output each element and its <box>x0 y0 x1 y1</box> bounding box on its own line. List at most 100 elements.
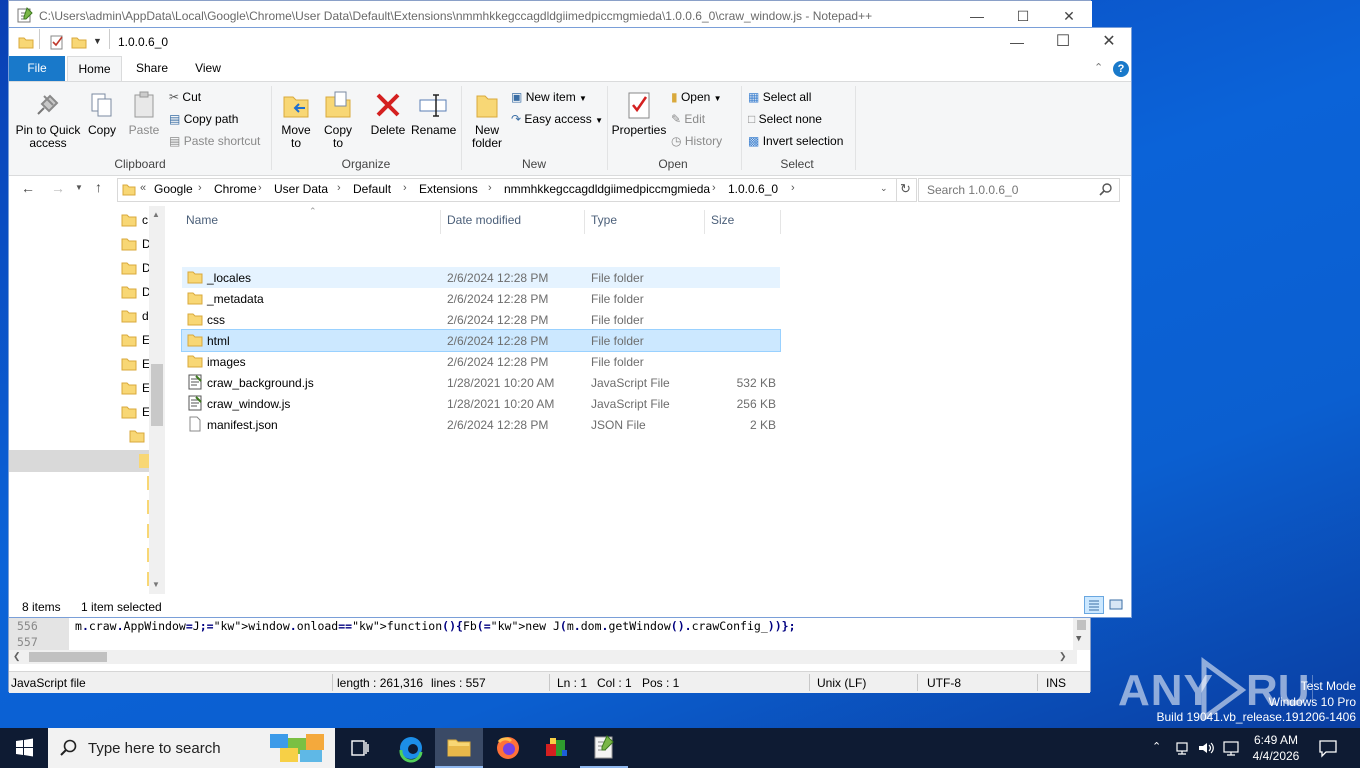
large-icons-view-button[interactable] <box>1108 597 1124 613</box>
properties-quick-icon[interactable] <box>49 34 65 50</box>
select-all-button[interactable]: ▦ Select all <box>748 88 811 106</box>
nav-item-selected[interactable] <box>9 450 149 472</box>
breadcrumb-item[interactable]: 1.0.0.6_0 <box>728 182 778 196</box>
file-row[interactable]: craw_window.js 1/28/2021 10:20 AM JavaScri… <box>182 393 780 414</box>
file-row[interactable]: images 2/6/2024 12:28 PM File folder <box>182 351 780 372</box>
delete-button[interactable]: Delete <box>367 90 409 137</box>
navigation-pane[interactable]: cDDDdEEEE ▲ ▼ <box>9 206 165 610</box>
code-editor[interactable]: 556 557 m.craw.AppWindow=J;="kw">window.… <box>9 618 1090 650</box>
column-header-name[interactable]: Name <box>186 213 218 227</box>
file-row[interactable]: _locales 2/6/2024 12:28 PM File folder <box>182 267 780 288</box>
file-list[interactable]: ⌃ Name Date modified Type Size _locales 2… <box>179 206 1129 594</box>
breadcrumb-item[interactable]: Default <box>353 182 391 196</box>
scroll-thumb[interactable] <box>29 652 107 662</box>
details-view-button[interactable] <box>1084 596 1104 614</box>
paste-button[interactable]: Paste <box>127 90 161 137</box>
taskbar-search[interactable]: Type here to search <box>48 728 335 768</box>
firefox-button[interactable] <box>484 728 532 768</box>
tab-home[interactable]: Home <box>67 56 122 82</box>
display-icon[interactable] <box>1222 739 1240 757</box>
scroll-thumb[interactable] <box>151 364 163 426</box>
ribbon-collapse-icon[interactable]: ⌃ <box>1094 61 1103 74</box>
refresh-icon[interactable]: ↻ <box>900 181 911 197</box>
tab-share[interactable]: Share <box>127 56 177 81</box>
column-header-size[interactable]: Size <box>711 213 734 227</box>
properties-button[interactable]: Properties <box>611 90 667 137</box>
new-folder-quick-icon[interactable] <box>71 34 87 50</box>
breadcrumb-item[interactable]: Google <box>154 182 193 196</box>
scroll-left-icon[interactable]: ❮ <box>13 651 21 662</box>
chevron-right-icon[interactable]: › <box>791 182 795 194</box>
scroll-down-icon[interactable]: ▼ <box>1076 634 1081 644</box>
forward-arrow-icon[interactable]: → <box>51 180 65 196</box>
address-dropdown-icon[interactable]: ⌄ <box>880 183 888 194</box>
pin-quick-access-button[interactable]: Pin to Quick access <box>13 90 83 150</box>
tab-view[interactable]: View <box>183 56 233 81</box>
edit-button[interactable]: ✎ Edit <box>671 110 705 128</box>
copy-button[interactable]: Copy <box>87 90 117 137</box>
invert-selection-button[interactable]: ▩ Invert selection <box>748 132 843 150</box>
chevron-right-icon[interactable]: › <box>337 182 341 194</box>
action-center-icon[interactable] <box>1318 738 1338 758</box>
column-divider[interactable] <box>584 210 585 234</box>
easy-access-button[interactable]: ↷ Easy access ▼ <box>511 110 603 128</box>
paste-shortcut-button[interactable]: ▤ Paste shortcut <box>169 132 260 150</box>
open-button[interactable]: ▮ Open ▼ <box>671 88 722 106</box>
history-button[interactable]: ◷ History <box>671 132 722 150</box>
back-arrow-icon[interactable]: ← <box>21 180 35 196</box>
taskbar-search-input[interactable]: Type here to search <box>88 740 221 757</box>
chevron-right-icon[interactable]: › <box>258 182 262 194</box>
tab-file[interactable]: File <box>9 56 65 81</box>
address-bar[interactable]: « Google › Chrome › User Data › Default › Extens… <box>117 178 917 202</box>
chevron-right-icon[interactable]: › <box>488 182 492 194</box>
column-divider[interactable] <box>440 210 441 234</box>
column-header-type[interactable]: Type <box>591 213 617 227</box>
task-view-button[interactable] <box>336 728 384 768</box>
rename-button[interactable]: Rename <box>411 90 456 137</box>
tray-overflow-icon[interactable]: ⌃ <box>1152 740 1161 753</box>
file-row[interactable]: css 2/6/2024 12:28 PM File folder <box>182 309 780 330</box>
chevron-right-icon[interactable]: › <box>403 182 407 194</box>
file-explorer-button[interactable] <box>435 728 483 768</box>
help-icon[interactable]: ? <box>1113 61 1129 77</box>
breadcrumb-item[interactable]: Chrome <box>214 182 257 196</box>
vertical-scrollbar[interactable]: ▼ <box>1073 618 1090 650</box>
nav-item-label[interactable]: c <box>142 213 148 227</box>
customize-quick-access-icon[interactable]: ▼ <box>93 36 102 46</box>
breadcrumb-item[interactable]: nmmhkkegccagdldgiimedpiccmgmieda <box>504 182 710 196</box>
overflow-icon[interactable]: « <box>140 182 146 194</box>
column-divider[interactable] <box>780 210 781 234</box>
edge-button[interactable] <box>387 728 435 768</box>
new-item-button[interactable]: ▣ New item ▼ <box>511 88 587 106</box>
up-arrow-icon[interactable]: ↑ <box>95 179 102 195</box>
file-row[interactable]: craw_background.js 1/28/2021 10:20 AM Java… <box>182 372 780 393</box>
nav-item-label[interactable]: d <box>142 309 149 323</box>
cut-button[interactable]: ✂ Cut <box>169 88 201 106</box>
file-row[interactable]: manifest.json 2/6/2024 12:28 PM JSON File 2… <box>182 414 780 435</box>
explorer-titlebar[interactable]: ▼ 1.0.0.6_0 — ☐ ✕ <box>9 28 1131 56</box>
move-to-button[interactable]: Move to <box>279 90 313 150</box>
scroll-up-icon[interactable]: ▲ <box>152 210 160 219</box>
recent-locations-icon[interactable]: ▼ <box>75 183 83 192</box>
file-row[interactable]: _metadata 2/6/2024 12:28 PM File folder <box>182 288 780 309</box>
status-encoding[interactable]: UTF-8 <box>927 676 961 690</box>
scroll-thumb[interactable] <box>1077 620 1086 630</box>
volume-icon[interactable] <box>1197 739 1215 757</box>
horizontal-scrollbar[interactable]: ❮ ❯ <box>9 650 1077 664</box>
minimize-button[interactable]: — <box>994 27 1040 57</box>
file-row[interactable]: html 2/6/2024 12:28 PM File folder <box>181 329 781 352</box>
chevron-right-icon[interactable]: › <box>198 182 202 194</box>
status-mode[interactable]: INS <box>1046 676 1066 690</box>
breadcrumb-item[interactable]: User Data <box>274 182 328 196</box>
new-folder-button[interactable]: New folder <box>467 90 507 150</box>
start-button[interactable] <box>0 728 48 768</box>
copy-to-button[interactable]: Copy to <box>321 90 355 150</box>
column-divider[interactable] <box>704 210 705 234</box>
maximize-button[interactable]: ☐ <box>1040 27 1086 57</box>
chevron-right-icon[interactable]: › <box>712 182 716 194</box>
notepadpp-button[interactable] <box>580 728 628 768</box>
network-icon[interactable] <box>1174 739 1190 757</box>
copy-path-button[interactable]: ▤ Copy path <box>169 110 238 128</box>
column-header-date[interactable]: Date modified <box>447 213 521 227</box>
breadcrumb-item[interactable]: Extensions <box>419 182 478 196</box>
